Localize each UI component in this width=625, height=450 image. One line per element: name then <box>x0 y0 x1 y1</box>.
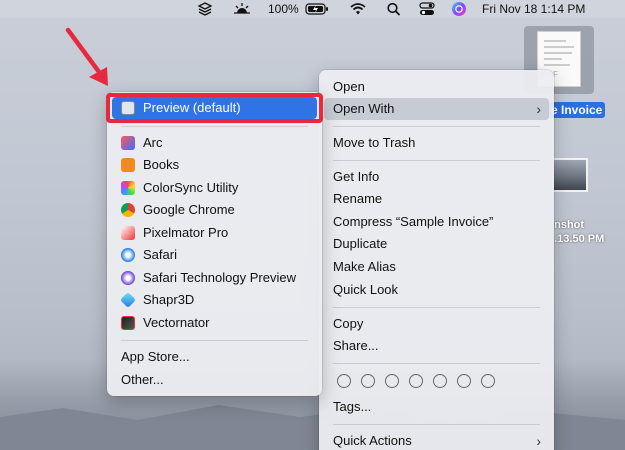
screenshot-file-name[interactable]: enshot ...13.50 PM <box>548 218 604 246</box>
tag-circle[interactable] <box>361 374 375 388</box>
app-label: ColorSync Utility <box>143 180 239 195</box>
menu-separator <box>333 307 540 308</box>
menu-item-rename[interactable]: Rename <box>324 188 549 210</box>
app-label: Google Chrome <box>143 202 235 217</box>
app-label: Vectornator <box>143 315 210 330</box>
annotation-arrow-icon <box>65 27 108 86</box>
tag-circle[interactable] <box>481 374 495 388</box>
battery-charging-icon[interactable] <box>305 0 329 18</box>
app-label: Pixelmator Pro <box>143 225 229 240</box>
menu-item-duplicate[interactable]: Duplicate <box>324 233 549 255</box>
app-label: Safari <box>143 247 177 262</box>
open-with-label: Open With <box>333 101 395 116</box>
highlight-annotation-box <box>106 93 323 123</box>
screenshot-name-line2: ...13.50 PM <box>548 233 605 245</box>
menu-item-copy[interactable]: Copy <box>324 313 549 335</box>
menu-item-quick-look[interactable]: Quick Look <box>324 279 549 301</box>
screenshot-name-line1: enshot <box>548 219 585 231</box>
colorsync-app-icon <box>121 181 135 195</box>
shapr3d-app-icon <box>120 292 136 308</box>
menu-item-compress[interactable]: Compress “Sample Invoice” <box>324 211 549 233</box>
menu-item-open-with[interactable]: Open With › <box>324 98 549 120</box>
menu-item-get-info[interactable]: Get Info <box>324 166 549 188</box>
submenu-item-pixelmator[interactable]: Pixelmator Pro <box>112 222 317 244</box>
menu-item-share[interactable]: Share... <box>324 335 549 357</box>
submenu-item-colorsync[interactable]: ColorSync Utility <box>112 177 317 199</box>
menu-item-make-alias[interactable]: Make Alias <box>324 256 549 278</box>
submenu-item-chrome[interactable]: Google Chrome <box>112 199 317 221</box>
tag-circle[interactable] <box>457 374 471 388</box>
vectornator-app-icon <box>121 316 135 330</box>
books-app-icon <box>121 158 135 172</box>
chrome-app-icon <box>121 203 135 217</box>
submenu-item-shapr3d[interactable]: Shapr3D <box>112 289 317 311</box>
menu-item-move-to-trash[interactable]: Move to Trash <box>324 132 549 154</box>
tag-circle[interactable] <box>409 374 423 388</box>
safari-app-icon <box>121 248 135 262</box>
layers-icon[interactable] <box>197 0 213 18</box>
menu-separator <box>121 340 308 341</box>
safari-technology-preview-app-icon <box>121 271 135 285</box>
tag-circle[interactable] <box>433 374 447 388</box>
app-label: Arc <box>143 135 163 150</box>
submenu-item-vectornator[interactable]: Vectornator <box>112 312 317 334</box>
control-center-icon[interactable] <box>418 0 436 18</box>
menubar-clock[interactable]: Fri Nov 18 1:14 PM <box>482 0 585 18</box>
quick-actions-label: Quick Actions <box>333 433 412 448</box>
menu-item-quick-actions[interactable]: Quick Actions › <box>324 430 549 450</box>
app-label: Safari Technology Preview <box>143 270 296 285</box>
screenshot-file-thumbnail[interactable] <box>552 158 588 192</box>
submenu-item-books[interactable]: Books <box>112 154 317 176</box>
tag-circle[interactable] <box>385 374 399 388</box>
menu-separator <box>333 160 540 161</box>
menu-separator <box>121 126 308 127</box>
chevron-right-icon: › <box>536 433 541 449</box>
brightness-icon[interactable] <box>232 0 252 18</box>
menu-bar: 100% Fri Nov 18 1:14 PM <box>0 0 625 18</box>
submenu-item-arc[interactable]: Arc <box>112 132 317 154</box>
siri-icon[interactable] <box>450 0 468 18</box>
submenu-item-other[interactable]: Other... <box>112 369 317 391</box>
submenu-item-safari-tech-preview[interactable]: Safari Technology Preview <box>112 267 317 289</box>
search-icon[interactable] <box>386 0 402 18</box>
tag-circle[interactable] <box>337 374 351 388</box>
battery-percent: 100% <box>268 2 299 16</box>
file-context-menu: Open Open With › Move to Trash Get Info … <box>319 70 554 450</box>
chevron-right-icon: › <box>536 101 541 117</box>
wifi-icon[interactable] <box>349 0 367 18</box>
pixelmator-app-icon <box>121 226 135 240</box>
menu-separator <box>333 363 540 364</box>
submenu-item-app-store[interactable]: App Store... <box>112 346 317 368</box>
menu-separator <box>333 126 540 127</box>
open-with-submenu: Preview (default) Arc Books ColorSync Ut… <box>107 92 322 396</box>
selected-file-name[interactable]: e Invoice <box>548 102 606 118</box>
menu-separator <box>333 424 540 425</box>
menu-item-open[interactable]: Open <box>324 76 549 98</box>
menu-item-tags[interactable]: Tags... <box>324 396 549 418</box>
app-label: Shapr3D <box>143 292 195 307</box>
submenu-item-safari[interactable]: Safari <box>112 244 317 266</box>
app-label: Books <box>143 157 180 172</box>
arc-app-icon <box>121 136 135 150</box>
